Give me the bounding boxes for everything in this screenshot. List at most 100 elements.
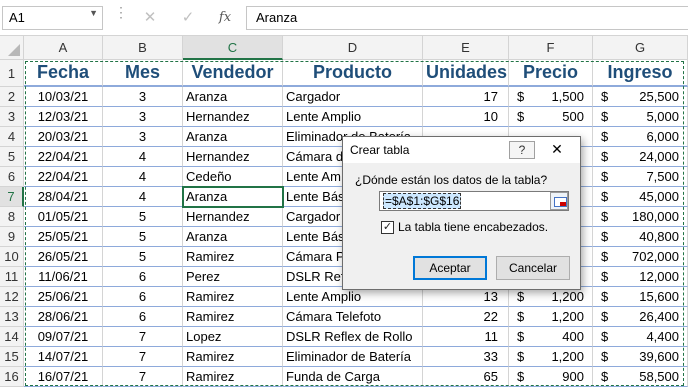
row-header-13[interactable]: 13	[0, 307, 24, 327]
table-cell[interactable]: $180,000	[593, 207, 688, 227]
table-cell[interactable]: 6	[103, 267, 183, 287]
close-icon[interactable]: ✕	[140, 8, 160, 28]
table-cell[interactable]: $24,000	[593, 147, 688, 167]
select-all-button[interactable]	[0, 36, 24, 60]
table-cell[interactable]: 25/06/21	[24, 287, 103, 307]
table-cell[interactable]: Aranza	[183, 187, 283, 207]
table-cell[interactable]: Cargador	[283, 87, 423, 107]
table-cell[interactable]: Ramirez	[183, 287, 283, 307]
table-cell[interactable]: $5,000	[593, 107, 688, 127]
table-cell[interactable]: 4	[103, 187, 183, 207]
header-cell[interactable]: Unidades	[423, 60, 509, 87]
row-header-1[interactable]: 1	[0, 60, 24, 87]
row-header-2[interactable]: 2	[0, 87, 24, 107]
header-cell[interactable]: Fecha	[24, 60, 103, 87]
name-box[interactable]: A1 ▼	[2, 6, 103, 30]
table-cell[interactable]: $1,500	[509, 87, 593, 107]
ok-button[interactable]: Aceptar	[413, 256, 487, 280]
row-header-8[interactable]: 8	[0, 207, 24, 227]
row-header-5[interactable]: 5	[0, 147, 24, 167]
table-cell[interactable]: Funda de Carga	[283, 367, 423, 387]
table-cell[interactable]: 6	[103, 287, 183, 307]
table-cell[interactable]: DSLR Reflex de Rollo	[283, 327, 423, 347]
formula-input[interactable]: Aranza	[246, 6, 688, 30]
table-cell[interactable]: 14/07/21	[24, 347, 103, 367]
column-header-f[interactable]: F	[509, 36, 593, 60]
table-cell[interactable]: 28/04/21	[24, 187, 103, 207]
column-header-d[interactable]: D	[283, 36, 423, 60]
table-cell[interactable]: 3	[103, 87, 183, 107]
header-cell[interactable]: Mes	[103, 60, 183, 87]
column-header-e[interactable]: E	[423, 36, 509, 60]
table-cell[interactable]: 65	[423, 367, 509, 387]
table-cell[interactable]: Lopez	[183, 327, 283, 347]
headers-checkbox-label[interactable]: La tabla tiene encabezados.	[398, 220, 548, 234]
row-header-16[interactable]: 16	[0, 367, 24, 387]
table-cell[interactable]: $4,400	[593, 327, 688, 347]
cancel-button[interactable]: Cancelar	[496, 256, 570, 280]
table-cell[interactable]: 25/05/21	[24, 227, 103, 247]
table-cell[interactable]: 3	[103, 107, 183, 127]
table-cell[interactable]: $45,000	[593, 187, 688, 207]
table-cell[interactable]: 7	[103, 327, 183, 347]
table-cell[interactable]: 10	[423, 107, 509, 127]
table-cell[interactable]: Hernandez	[183, 207, 283, 227]
table-cell[interactable]: 5	[103, 207, 183, 227]
table-cell[interactable]: 7	[103, 347, 183, 367]
table-cell[interactable]: 7	[103, 367, 183, 387]
table-cell[interactable]: $900	[509, 367, 593, 387]
column-header-c[interactable]: C	[183, 36, 283, 60]
table-cell[interactable]: 4	[103, 147, 183, 167]
table-cell[interactable]: 3	[103, 127, 183, 147]
table-cell[interactable]: Ramirez	[183, 347, 283, 367]
table-cell[interactable]: 17	[423, 87, 509, 107]
header-cell[interactable]: Ingreso	[593, 60, 688, 87]
table-cell[interactable]: 6	[103, 307, 183, 327]
row-header-15[interactable]: 15	[0, 347, 24, 367]
range-input[interactable]: =$A$1:$G$16	[379, 191, 569, 211]
table-cell[interactable]: $26,400	[593, 307, 688, 327]
table-cell[interactable]: $25,500	[593, 87, 688, 107]
table-cell[interactable]: 12/03/21	[24, 107, 103, 127]
table-cell[interactable]: 09/07/21	[24, 327, 103, 347]
row-header-7[interactable]: 7	[0, 187, 24, 207]
row-header-14[interactable]: 14	[0, 327, 24, 347]
table-cell[interactable]: Aranza	[183, 87, 283, 107]
chevron-down-icon[interactable]: ▼	[89, 8, 98, 18]
table-cell[interactable]: $40,800	[593, 227, 688, 247]
table-cell[interactable]: $15,600	[593, 287, 688, 307]
table-cell[interactable]: Cedeño	[183, 167, 283, 187]
table-cell[interactable]: $7,500	[593, 167, 688, 187]
table-cell[interactable]: Hernandez	[183, 107, 283, 127]
column-header-a[interactable]: A	[24, 36, 103, 60]
row-header-11[interactable]: 11	[0, 267, 24, 287]
table-cell[interactable]: Perez	[183, 267, 283, 287]
column-header-g[interactable]: G	[593, 36, 688, 60]
table-cell[interactable]: $6,000	[593, 127, 688, 147]
table-cell[interactable]: Lente Amplio	[283, 287, 423, 307]
table-cell[interactable]: 28/06/21	[24, 307, 103, 327]
header-cell[interactable]: Precio	[509, 60, 593, 87]
headers-checkbox[interactable]: ✓	[381, 221, 394, 234]
more-options-icon[interactable]: ⋮	[114, 5, 128, 19]
table-cell[interactable]: Hernandez	[183, 147, 283, 167]
table-cell[interactable]: $1,200	[509, 347, 593, 367]
collapse-dialog-icon[interactable]	[550, 192, 568, 210]
close-button[interactable]: ✕	[539, 141, 575, 159]
row-header-4[interactable]: 4	[0, 127, 24, 147]
table-cell[interactable]: $58,500	[593, 367, 688, 387]
table-cell[interactable]: 4	[103, 167, 183, 187]
table-cell[interactable]: Lente Amplio	[283, 107, 423, 127]
table-cell[interactable]: Aranza	[183, 127, 283, 147]
row-header-6[interactable]: 6	[0, 167, 24, 187]
header-cell[interactable]: Producto	[283, 60, 423, 87]
table-cell[interactable]: 11/06/21	[24, 267, 103, 287]
table-cell[interactable]: $1,200	[509, 307, 593, 327]
table-cell[interactable]: $500	[509, 107, 593, 127]
table-cell[interactable]: 22/04/21	[24, 167, 103, 187]
table-cell[interactable]: $400	[509, 327, 593, 347]
fx-icon[interactable]: fx	[215, 8, 235, 28]
table-cell[interactable]: 13	[423, 287, 509, 307]
table-cell[interactable]: 5	[103, 227, 183, 247]
table-cell[interactable]: 33	[423, 347, 509, 367]
